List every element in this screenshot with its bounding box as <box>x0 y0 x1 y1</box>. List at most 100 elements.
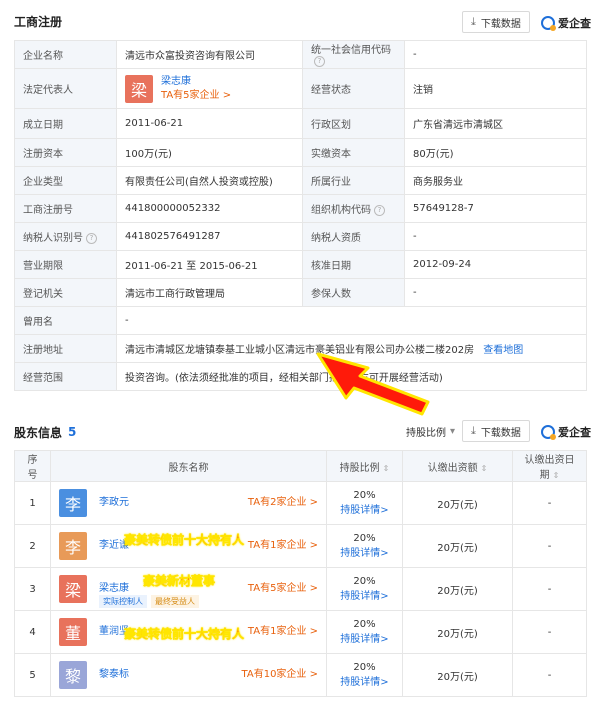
cell-amount: 20万(元) <box>402 481 513 525</box>
label-approved-date: 核准日期 <box>302 250 405 279</box>
avatar: 梁 <box>125 74 153 103</box>
ta-companies-link[interactable]: TA有5家企业 > <box>248 579 318 594</box>
cell-amount: 20万(元) <box>402 610 513 654</box>
stake-detail-link[interactable]: 持股详情> <box>335 544 394 559</box>
cell-stake: 20% 持股详情> <box>326 481 403 525</box>
tag-beneficiary: 最终受益人 <box>151 595 199 608</box>
label-founded: 成立日期 <box>14 108 117 139</box>
aiqicha-logo-icon <box>541 16 556 31</box>
stake-detail-link[interactable]: 持股详情> <box>335 587 394 602</box>
table-row: 2 李李近谦 TA有1家企业 >20% 持股详情> 20万(元) - <box>14 524 587 568</box>
brand-aiqicha[interactable]: 爱企查 <box>541 15 591 31</box>
value-legal-rep: 梁 梁志康 TA有5家企业 > <box>116 68 303 109</box>
header-stake[interactable]: 持股比例 ⇕ <box>326 450 403 482</box>
annotation-row4: 豪美转债前十大持有人 <box>124 627 245 641</box>
ta-companies-link[interactable]: TA有2家企业 > <box>248 493 318 508</box>
value-insured: - <box>404 278 587 307</box>
value-company-type: 有限责任公司(自然人投资或控股) <box>116 166 303 195</box>
legal-rep-name-link[interactable]: 梁志康 <box>161 76 191 87</box>
label-credit-code: 统一社会信用代码? <box>302 40 405 69</box>
table-row: 1 李李政元 TA有2家企业 > 20% 持股详情> 20万(元) - <box>14 481 587 525</box>
tag-actual-controller: 实际控制人 <box>99 595 147 608</box>
view-map-link[interactable]: 查看地图 <box>483 345 523 356</box>
value-org-code: 57649128-7 <box>404 194 587 223</box>
cell-amount: 20万(元) <box>402 567 513 611</box>
shareholder-name-link[interactable]: 李政元 <box>99 493 129 508</box>
label-reg-no: 工商注册号 <box>14 194 117 223</box>
cell-stake: 20% 持股详情> <box>326 524 403 568</box>
avatar: 黎 <box>59 661 87 689</box>
header-amount[interactable]: 认缴出资额 ⇕ <box>402 450 513 482</box>
avatar: 董 <box>59 618 87 646</box>
label-term: 营业期限 <box>14 250 117 279</box>
help-icon[interactable]: ? <box>374 204 385 216</box>
red-arrow-icon <box>316 352 430 416</box>
value-founded: 2011-06-21 <box>116 108 303 139</box>
download-icon: ⤓ <box>471 15 476 28</box>
avatar: 李 <box>59 532 87 560</box>
value-tax-id: 441802576491287 <box>116 222 303 251</box>
label-capital: 注册资本 <box>14 138 117 167</box>
sort-icon: ⇕ <box>552 471 560 480</box>
sort-icon: ⇕ <box>480 463 488 473</box>
table-row: 4 董董润坚 TA有1家企业 >20% 持股详情> 20万(元) - <box>14 610 587 654</box>
cell-name: 李李政元 TA有2家企业 > <box>50 481 327 525</box>
ta-companies-link[interactable]: TA有10家企业 > <box>242 665 318 680</box>
cell-amount: 20万(元) <box>402 524 513 568</box>
download-data-button-shareholders[interactable]: ⤓ 下载数据 <box>462 420 530 442</box>
ta-companies-link[interactable]: TA有1家企业 > <box>248 622 318 637</box>
annotation-row3: 豪美新材董事 <box>143 574 216 588</box>
shareholders-table: 序号 股东名称 持股比例 ⇕ 认缴出资额 ⇕ 认缴出资日期 ⇕ 1 李李政元 TA有2家企… <box>14 450 587 697</box>
label-tax-qualification: 纳税人资质 <box>302 222 405 251</box>
value-credit-code: - <box>404 40 587 69</box>
avatar: 梁 <box>59 575 87 603</box>
value-authority: 清远市工商行政管理局 <box>116 278 303 307</box>
label-authority: 登记机关 <box>14 278 117 307</box>
stake-detail-link[interactable]: 持股详情> <box>335 673 394 688</box>
cell-date: - <box>512 610 587 654</box>
ta-companies-link[interactable]: TA有1家企业 > <box>248 536 318 551</box>
download-data-button[interactable]: ⤓ 下载数据 <box>462 11 530 33</box>
value-former-name: - <box>116 306 587 335</box>
value-status: 注销 <box>404 68 587 109</box>
legal-rep-companies-link[interactable]: TA有5家企业 > <box>161 90 231 101</box>
cell-name: 黎黎泰标 TA有10家企业 > <box>50 653 327 697</box>
cell-date: - <box>512 653 587 697</box>
section-title-shareholders: 股东信息 5 <box>14 425 77 440</box>
value-capital: 100万(元) <box>116 138 303 167</box>
shareholder-name-link[interactable]: 黎泰标 <box>99 665 129 680</box>
brand-aiqicha[interactable]: 爱企查 <box>541 424 591 440</box>
label-org-code: 组织机构代码? <box>302 194 405 223</box>
label-scope: 经营范围 <box>14 362 117 391</box>
label-company-type: 企业类型 <box>14 166 117 195</box>
cell-no: 4 <box>14 610 51 654</box>
label-address: 注册地址 <box>14 334 117 363</box>
table-row: 5 黎黎泰标 TA有10家企业 > 20% 持股详情> 20万(元) - <box>14 653 587 697</box>
section-title-business-registration: 工商注册 <box>14 14 63 29</box>
shareholder-name-link[interactable]: 梁志康 <box>99 579 129 594</box>
stake-detail-link[interactable]: 持股详情> <box>335 501 394 516</box>
header-date[interactable]: 认缴出资日期 ⇕ <box>512 450 587 482</box>
value-approved-date: 2012-09-24 <box>404 250 587 279</box>
cell-amount: 20万(元) <box>402 653 513 697</box>
value-reg-no: 441800000052332 <box>116 194 303 223</box>
cell-stake: 20% 持股详情> <box>326 567 403 611</box>
label-status: 经营状态 <box>302 68 405 109</box>
label-industry: 所属行业 <box>302 166 405 195</box>
cell-date: - <box>512 524 587 568</box>
value-company-name: 清远市众富投资咨询有限公司 <box>116 40 303 69</box>
help-icon[interactable]: ? <box>314 56 325 68</box>
label-former-name: 曾用名 <box>14 306 117 335</box>
value-term: 2011-06-21 至 2015-06-21 <box>116 250 303 279</box>
label-region: 行政区划 <box>302 108 405 139</box>
sort-icon: ⇕ <box>382 463 390 473</box>
annotation-row2: 豪美转债前十大持有人 <box>124 533 245 547</box>
chevron-down-icon: ▾ <box>450 425 456 437</box>
cell-no: 1 <box>14 481 51 525</box>
stake-detail-link[interactable]: 持股详情> <box>335 630 394 645</box>
label-paid-capital: 实缴资本 <box>302 138 405 167</box>
help-icon[interactable]: ? <box>86 232 97 244</box>
avatar: 李 <box>59 489 87 517</box>
cell-stake: 20% 持股详情> <box>326 610 403 654</box>
sort-by-stake-dropdown[interactable]: 持股比例 ▾ <box>398 420 464 442</box>
